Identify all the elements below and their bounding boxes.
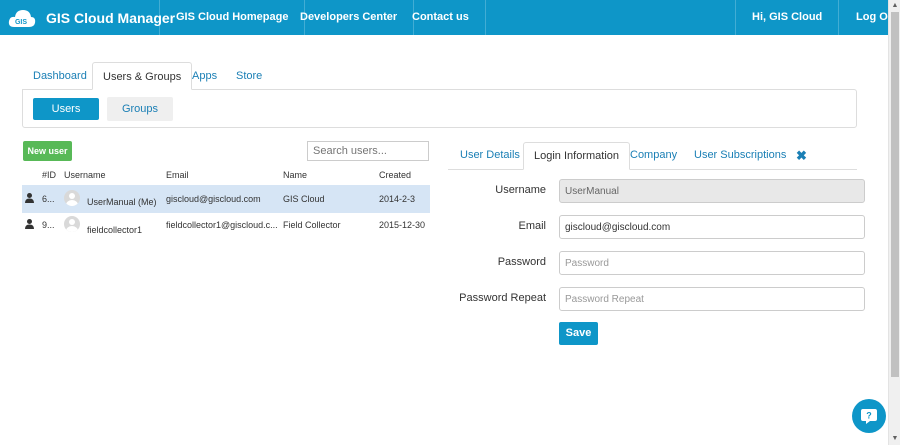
- column-header-username[interactable]: Username: [64, 170, 106, 180]
- user-detail-tabs: User Details Login Information Company U…: [448, 142, 857, 170]
- tab-store[interactable]: Store: [236, 62, 262, 90]
- password-repeat-label: Password Repeat: [459, 292, 546, 304]
- user-id: 9...: [42, 220, 55, 230]
- column-header-email[interactable]: Email: [166, 170, 189, 180]
- tab-login-information[interactable]: Login Information: [523, 142, 630, 170]
- save-button[interactable]: Save: [559, 322, 598, 345]
- person-icon: [25, 219, 34, 229]
- user-email: giscloud@giscloud.com: [166, 194, 261, 204]
- email-field[interactable]: [559, 215, 865, 239]
- column-header-created[interactable]: Created: [379, 170, 411, 180]
- user-name: Field Collector: [283, 220, 341, 230]
- tab-apps[interactable]: Apps: [192, 62, 217, 90]
- user-name: GIS Cloud: [283, 194, 325, 204]
- vertical-scrollbar[interactable]: ▲ ▼: [888, 0, 900, 445]
- search-users-input[interactable]: [307, 141, 429, 161]
- password-field[interactable]: [559, 251, 865, 275]
- column-header-id[interactable]: #ID: [42, 170, 56, 180]
- logo-text: GIS: [15, 19, 27, 26]
- chat-help-button[interactable]: ?: [852, 399, 886, 433]
- tab-users-groups[interactable]: Users & Groups: [92, 62, 193, 90]
- username-label: Username: [495, 184, 546, 196]
- user-username: fieldcollector1: [87, 225, 143, 235]
- close-icon[interactable]: ✖: [796, 142, 807, 170]
- users-tab-button[interactable]: Users: [33, 98, 99, 120]
- username-field: [559, 179, 865, 203]
- avatar-icon: [64, 216, 80, 232]
- main-tabs: Dashboard Users & Groups Apps Store: [22, 62, 858, 90]
- brand-title[interactable]: GIS Cloud Manager: [46, 10, 175, 26]
- password-repeat-field[interactable]: [559, 287, 865, 311]
- tab-user-details[interactable]: User Details: [460, 142, 520, 170]
- nav-greeting[interactable]: Hi, GIS Cloud: [735, 0, 840, 35]
- groups-tab-button[interactable]: Groups: [107, 97, 173, 121]
- scroll-up-arrow-icon[interactable]: ▲: [889, 0, 900, 12]
- new-user-button[interactable]: New user: [23, 141, 72, 161]
- password-label: Password: [497, 256, 546, 268]
- column-header-name[interactable]: Name: [283, 170, 307, 180]
- person-icon: [25, 193, 34, 203]
- user-id: 6...: [42, 194, 55, 204]
- nav-developers-center[interactable]: Developers Center: [284, 0, 415, 35]
- tab-dashboard[interactable]: Dashboard: [33, 62, 87, 90]
- scroll-down-arrow-icon[interactable]: ▼: [889, 433, 900, 445]
- user-created: 2015-12-30: [379, 220, 426, 230]
- nav-contact-us[interactable]: Contact us: [396, 0, 486, 35]
- tab-user-subscriptions[interactable]: User Subscriptions: [694, 142, 786, 170]
- tab-company[interactable]: Company: [630, 142, 677, 170]
- user-email: fieldcollector1@giscloud.c...: [166, 220, 278, 230]
- svg-text:?: ?: [866, 411, 872, 421]
- users-groups-subnav: Users Groups: [22, 89, 857, 128]
- gis-cloud-logo-icon[interactable]: GIS: [8, 7, 36, 29]
- top-navbar: GIS GIS Cloud Manager GIS Cloud Homepage…: [0, 0, 898, 35]
- avatar-icon: [64, 190, 80, 206]
- scrollbar-thumb[interactable]: [891, 12, 899, 377]
- table-row[interactable]: 6... UserManual (Me) giscloud@giscloud.c…: [22, 185, 430, 213]
- user-created: 2014-2-3: [379, 194, 416, 204]
- email-label: Email: [518, 220, 546, 232]
- table-row[interactable]: 9... fieldcollector1 fieldcollector1@gis…: [22, 211, 430, 239]
- chat-help-icon: ?: [861, 409, 877, 424]
